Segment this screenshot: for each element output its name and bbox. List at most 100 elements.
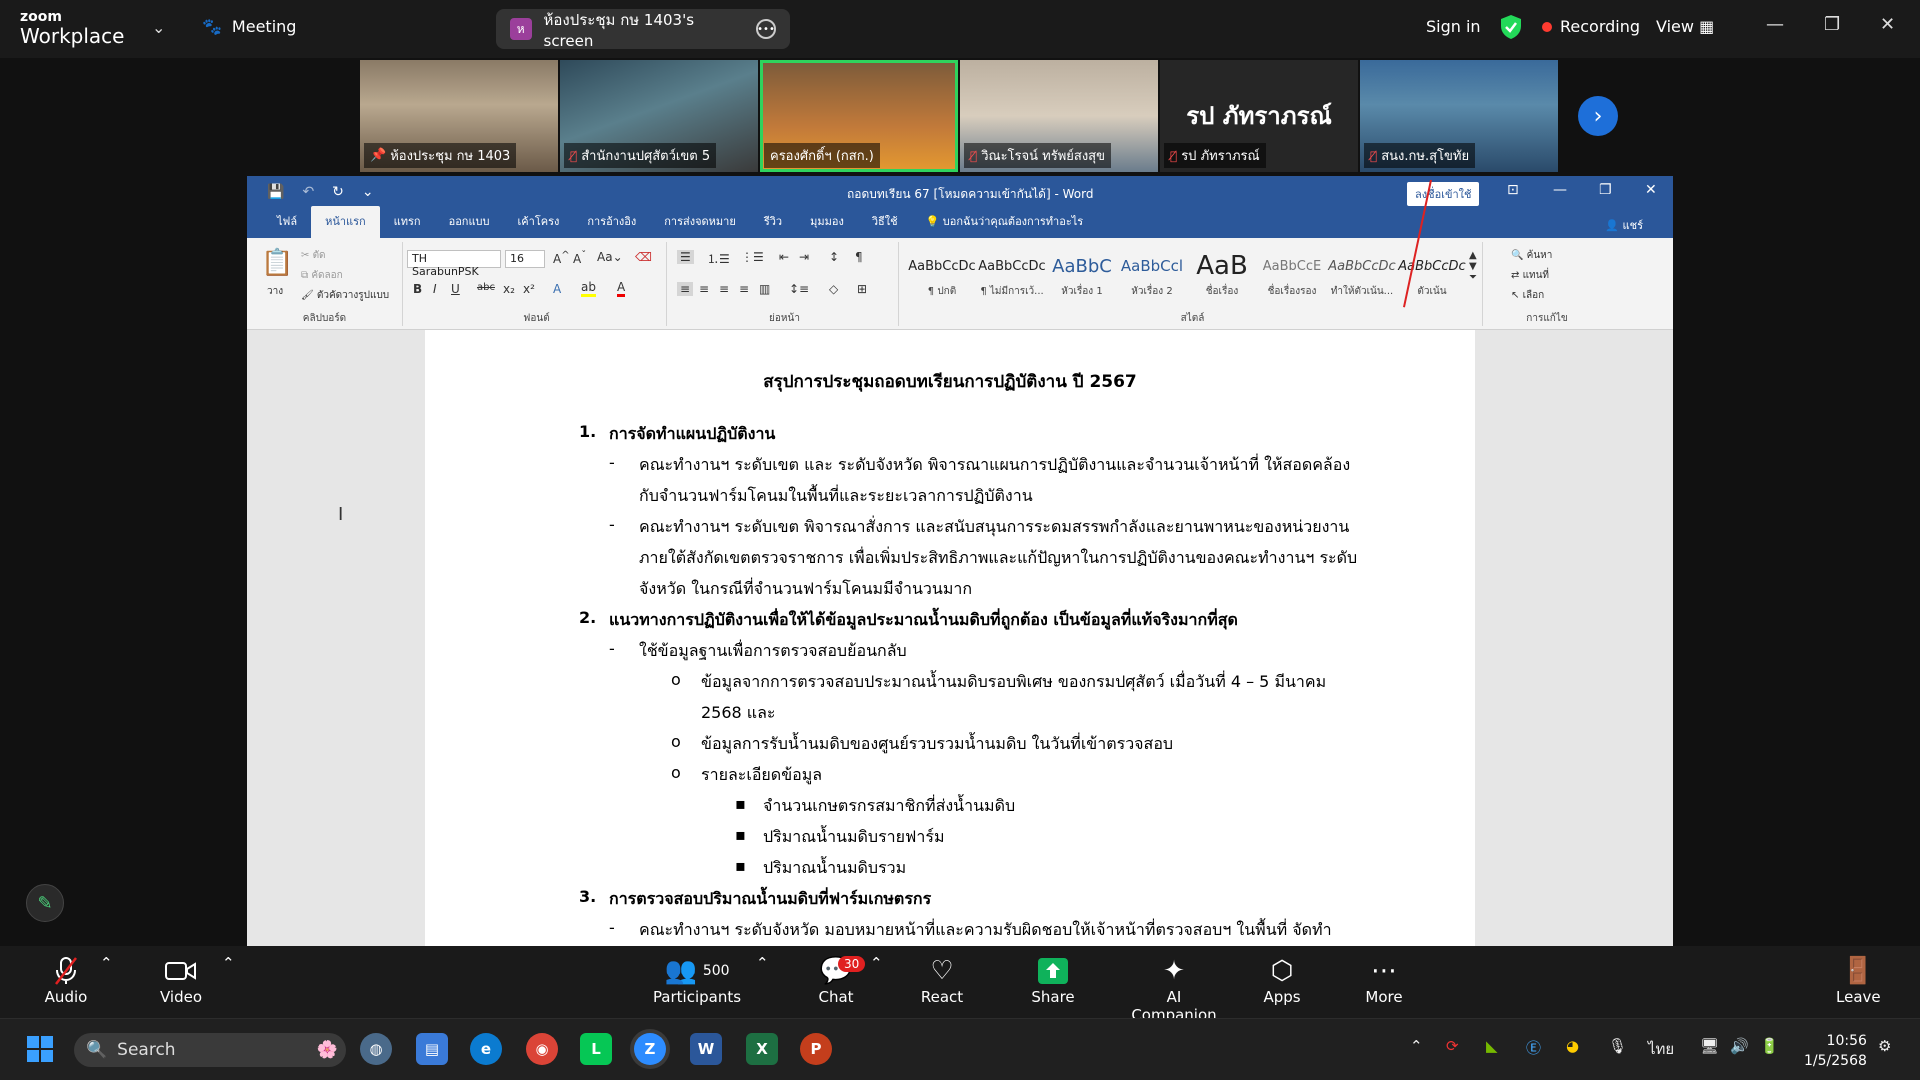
zoom-logo[interactable]: zoom Workplace	[20, 10, 124, 46]
cut-button[interactable]: ✂ ตัด	[301, 248, 326, 263]
multilevel-list-icon[interactable]: ⋮☰	[741, 250, 764, 264]
font-size-select[interactable]: 16	[505, 250, 545, 268]
notepad-icon[interactable]: ▤	[416, 1033, 448, 1065]
meeting-menu-button[interactable]: 🐾 Meeting	[202, 17, 296, 36]
chat-caret-icon[interactable]: ⌃	[870, 954, 883, 972]
align-right-icon[interactable]: ≡	[719, 282, 729, 296]
tab-file[interactable]: ไฟล์	[263, 206, 311, 238]
sync-icon[interactable]: ⟳	[1446, 1037, 1459, 1055]
redo-icon[interactable]: ↻	[332, 184, 344, 200]
select-button[interactable]: ↖ เลือก	[1511, 288, 1544, 303]
ribbon-options-icon[interactable]: ⊡	[1507, 182, 1519, 198]
volume-icon[interactable]: 🔊	[1730, 1037, 1749, 1055]
tab-layout[interactable]: เค้าโครง	[504, 206, 574, 238]
edge-icon[interactable]: e	[470, 1033, 502, 1065]
tab-design[interactable]: ออกแบบ	[435, 206, 504, 238]
tab-review[interactable]: รีวิว	[750, 206, 796, 238]
customize-icon[interactable]: ⌄	[362, 184, 374, 200]
style-heading-2[interactable]: AaBbCcl หัวเรื่อง 2	[1117, 248, 1187, 308]
video-options-caret-icon[interactable]: ⌃	[222, 954, 235, 972]
justify-icon[interactable]: ≡	[739, 282, 749, 296]
network-icon[interactable]: 🖥	[1700, 1037, 1719, 1055]
strikethrough-icon[interactable]: abc	[477, 282, 495, 293]
drive-icon[interactable]: ◕	[1566, 1037, 1579, 1055]
view-button[interactable]: View ▦	[1656, 17, 1714, 36]
line-spacing-icon[interactable]: ↕≡	[789, 282, 809, 296]
undo-icon[interactable]: ↶	[302, 184, 314, 200]
borders-icon[interactable]: ⊞	[857, 282, 867, 296]
participant-tile-active-speaker[interactable]: ครองศักดิ์ฯ (กสก.)	[760, 60, 958, 172]
font-color-icon[interactable]: A	[617, 280, 626, 297]
audio-button[interactable]: Audio	[44, 954, 88, 1006]
tab-home[interactable]: หน้าแรก	[311, 206, 380, 238]
word-minimize-icon[interactable]: —	[1553, 182, 1567, 198]
taskbar-search[interactable]: 🔍 Search 🌸	[74, 1033, 346, 1067]
word-taskbar-icon[interactable]: W	[690, 1033, 722, 1065]
style-heading-1[interactable]: AaBbC หัวเรื่อง 1	[1047, 248, 1117, 308]
video-button[interactable]: Video	[158, 954, 204, 1006]
participant-tile[interactable]: 📌 ห้องประชุม กษ 1403	[360, 60, 558, 172]
paste-button[interactable]: วาง	[267, 284, 283, 299]
participants-button[interactable]: 👥 500 Participants	[652, 954, 742, 1006]
style-no-spacing[interactable]: AaBbCcDc ¶ ไม่มีการเว้...	[977, 248, 1047, 308]
underline-icon[interactable]: U	[451, 282, 460, 296]
highlight-icon[interactable]: ab	[581, 280, 596, 297]
chrome-icon[interactable]: ◉	[526, 1033, 558, 1065]
audio-options-caret-icon[interactable]: ⌃	[100, 954, 113, 972]
participants-caret-icon[interactable]: ⌃	[756, 954, 769, 972]
format-painter-button[interactable]: 🖌 ตัวคัดวางรูปแบบ	[301, 288, 389, 303]
ime-icon[interactable]: Ⓔ	[1526, 1037, 1541, 1058]
font-name-select[interactable]: TH SarabunPSK	[407, 250, 501, 278]
style-title[interactable]: AaB ชื่อเรื่อง	[1187, 248, 1257, 308]
style-normal[interactable]: AaBbCcDc ¶ ปกติ	[907, 248, 977, 308]
close-icon[interactable]: ✕	[1880, 14, 1895, 35]
share-screen-button[interactable]: Share	[1030, 954, 1076, 1006]
excel-taskbar-icon[interactable]: X	[746, 1033, 778, 1065]
participant-tile[interactable]: 🎙̸ สำนักงานปศุสัตว์เขต 5	[560, 60, 758, 172]
tab-references[interactable]: การอ้างอิง	[573, 206, 650, 238]
change-case-icon[interactable]: Aa⌄	[597, 250, 623, 264]
line-icon[interactable]: L	[580, 1033, 612, 1065]
participant-tile[interactable]: 🎙̸ สนง.กษ.สุโขทัย	[1360, 60, 1558, 172]
screen-share-pill[interactable]: ห ห้องประชุม กษ 1403's screen •••	[496, 9, 790, 50]
sign-in-button[interactable]: Sign in	[1426, 17, 1481, 36]
italic-icon[interactable]: I	[433, 282, 437, 296]
decrease-indent-icon[interactable]: ⇤	[779, 250, 789, 264]
participant-tile[interactable]: รป ภัทราภรณ์ 🎙̸ รป ภัทราภรณ์	[1160, 60, 1358, 172]
paste-icon[interactable]: 📋	[261, 248, 293, 278]
style-emphasis[interactable]: AaBbCcDc ตัวเน้น	[1397, 248, 1467, 308]
increase-indent-icon[interactable]: ⇥	[799, 250, 809, 264]
shrink-font-icon[interactable]: Aˇ	[573, 250, 586, 266]
language-indicator[interactable]: ไทย	[1648, 1037, 1674, 1061]
chat-button[interactable]: 💬 30 Chat	[812, 954, 866, 1006]
word-restore-icon[interactable]: ❐	[1599, 182, 1612, 198]
align-center-icon[interactable]: ≡	[699, 282, 709, 296]
clear-formatting-icon[interactable]: ⌫	[635, 250, 652, 264]
word-close-icon[interactable]: ✕	[1645, 182, 1657, 198]
numbering-icon[interactable]: ⒈☰	[707, 250, 730, 267]
minimize-icon[interactable]: —	[1766, 14, 1784, 35]
microphone-icon[interactable]: 🎙	[1608, 1037, 1627, 1055]
notification-bell-icon[interactable]: ⚙	[1878, 1037, 1891, 1055]
copy-button[interactable]: ⧉ คัดลอก	[301, 268, 343, 283]
sort-icon[interactable]: ↕	[829, 250, 839, 264]
align-left-icon[interactable]: ≡	[677, 282, 694, 296]
style-subtitle[interactable]: AaBbCcE ชื่อเรื่องรอง	[1257, 248, 1327, 308]
distributed-icon[interactable]: ▥	[759, 282, 770, 296]
subscript-icon[interactable]: x₂	[503, 282, 515, 296]
share-button[interactable]: 👤 แชร์	[1605, 216, 1643, 234]
windows-start-icon[interactable]	[24, 1033, 56, 1065]
find-button[interactable]: 🔍 ค้นหา	[1511, 248, 1552, 263]
apps-button[interactable]: ⬡ Apps	[1260, 954, 1304, 1006]
recording-indicator[interactable]: Recording	[1542, 17, 1640, 36]
tell-me-search[interactable]: 💡 บอกฉันว่าคุณต้องการทำอะไร	[912, 206, 1098, 238]
participant-tile[interactable]: 🎙̸ วิณะโรจน์ ทรัพย์สงสุข	[960, 60, 1158, 172]
shield-icon[interactable]	[1500, 14, 1522, 40]
app-globe-icon[interactable]: ◍	[360, 1033, 392, 1065]
styles-scroll-icon[interactable]: ▲ ▼ ⏷	[1469, 250, 1477, 283]
zoom-taskbar-icon[interactable]: Z	[634, 1033, 666, 1065]
bold-icon[interactable]: B	[413, 282, 422, 296]
restore-icon[interactable]: ❐	[1824, 14, 1840, 35]
annotate-pen-icon[interactable]: ✎	[26, 884, 64, 922]
more-button[interactable]: ⋯ More	[1362, 954, 1406, 1006]
